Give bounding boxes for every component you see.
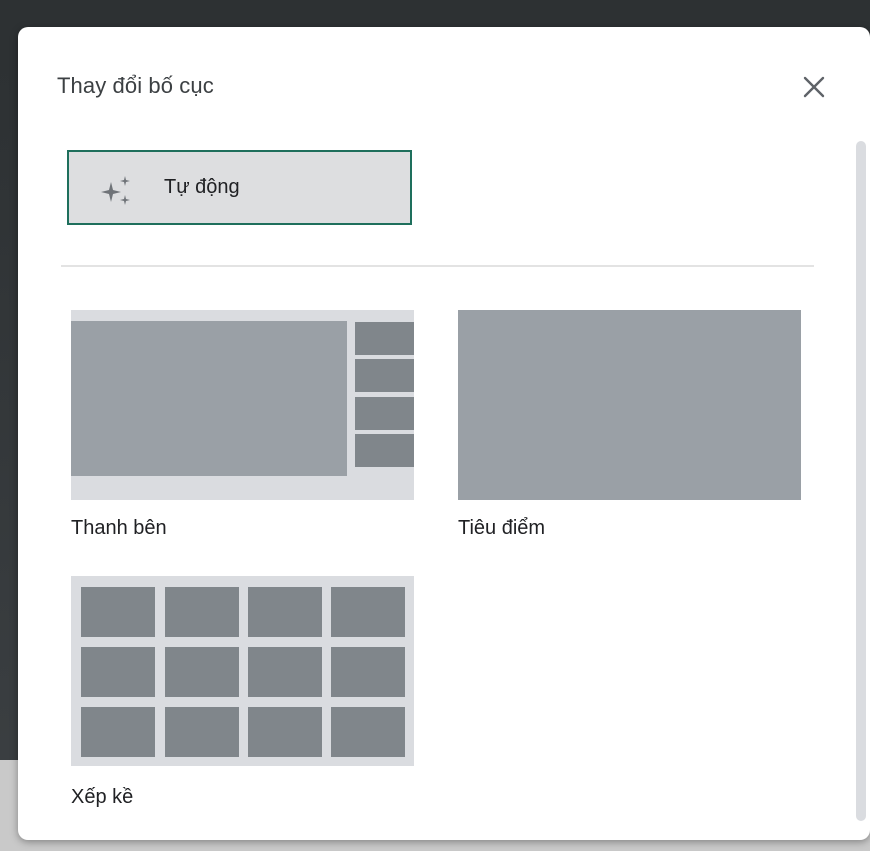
sidebar-layout-label: Thanh bên — [71, 517, 167, 539]
auto-option-label: Tự động — [164, 176, 240, 198]
change-layout-dialog: Thay đổi bố cục Tự động Thanh bên Tiêu đ… — [18, 27, 870, 840]
tiled-layout-preview — [71, 576, 414, 766]
divider — [61, 265, 814, 267]
close-icon — [803, 76, 825, 98]
sidebar-layout-preview — [71, 310, 414, 500]
layout-option-sidebar[interactable]: Thanh bên — [71, 310, 414, 540]
layout-option-auto[interactable]: Tự động — [67, 150, 412, 225]
dialog-title: Thay đổi bố cục — [57, 73, 214, 98]
layout-option-tiled[interactable]: Xếp kề — [71, 576, 414, 816]
spotlight-layout-label: Tiêu điểm — [458, 517, 546, 539]
tiled-layout-label: Xếp kề — [71, 786, 134, 808]
sparkle-icon — [101, 176, 130, 205]
dialog-scrollbar[interactable] — [856, 141, 866, 821]
layout-option-spotlight[interactable]: Tiêu điểm — [458, 310, 801, 540]
close-button[interactable] — [798, 71, 830, 103]
spotlight-layout-preview — [458, 310, 801, 500]
